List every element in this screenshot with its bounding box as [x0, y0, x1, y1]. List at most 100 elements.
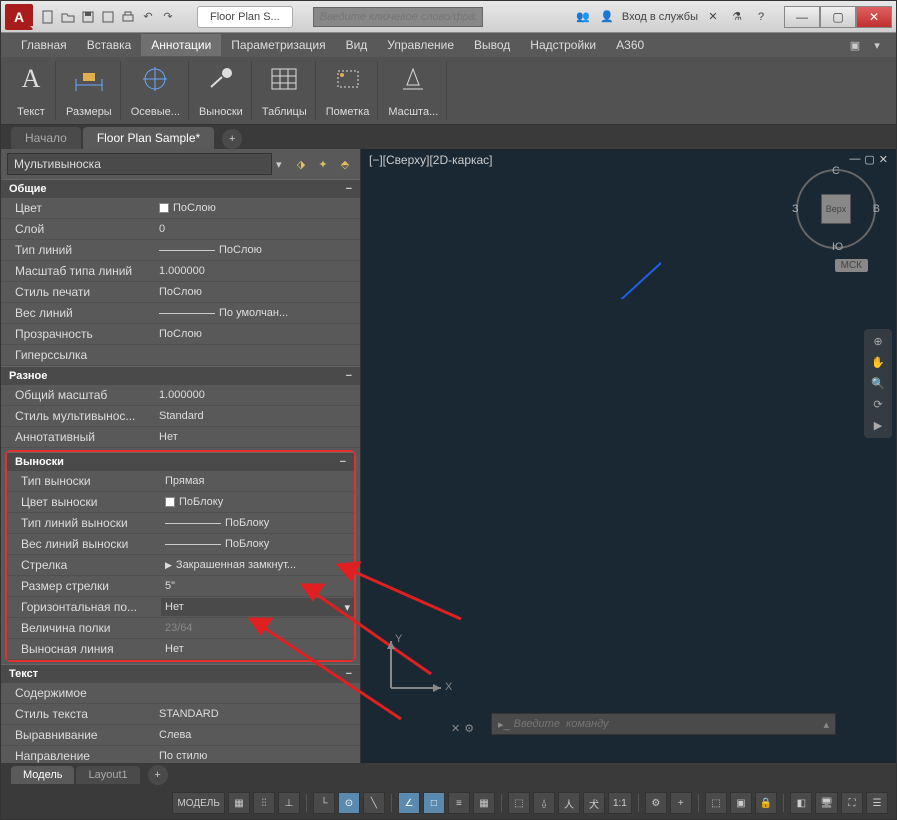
status-units-icon[interactable]: ⬚: [705, 792, 727, 814]
exchange-icon[interactable]: ✕: [704, 8, 722, 26]
fullnav-icon[interactable]: ⊕: [873, 335, 882, 348]
menu-view[interactable]: Вид: [336, 34, 378, 56]
saveas-icon[interactable]: [99, 8, 117, 26]
status-annovisibility-icon[interactable]: 人: [558, 792, 580, 814]
prop-value[interactable]: [155, 346, 360, 364]
cmd-history-icon[interactable]: ▴: [823, 718, 829, 731]
prop-value[interactable]: Нет: [161, 640, 354, 658]
viewcube[interactable]: Верх С Ю В З: [796, 169, 876, 249]
prop-value[interactable]: Слева: [155, 726, 360, 744]
menu-output[interactable]: Вывод: [464, 34, 520, 56]
prop-value[interactable]: ПоСлою: [155, 283, 360, 301]
tab-model[interactable]: Модель: [11, 766, 74, 784]
user-icon[interactable]: 👤: [598, 8, 616, 26]
prop-value[interactable]: 1.000000: [155, 386, 360, 404]
close-button[interactable]: ✕: [856, 6, 892, 28]
signin-link[interactable]: Вход в службы: [622, 11, 698, 23]
section-leaders[interactable]: Выноски−: [7, 452, 354, 471]
prop-value[interactable]: 5": [161, 577, 354, 595]
vp-maximize-icon[interactable]: ▢: [864, 153, 874, 166]
prop-value[interactable]: ПоСлою: [155, 325, 360, 343]
menu-home[interactable]: Главная: [11, 34, 77, 56]
undo-icon[interactable]: ↶: [139, 8, 157, 26]
menu-manage[interactable]: Управление: [377, 34, 464, 56]
status-scale[interactable]: 1:1: [608, 792, 632, 814]
help-icon[interactable]: ?: [752, 8, 770, 26]
add-layout-button[interactable]: +: [148, 765, 168, 785]
prop-value[interactable]: [155, 684, 360, 702]
prop-value[interactable]: По стилю: [155, 747, 360, 763]
status-lock-icon[interactable]: 🔒: [755, 792, 777, 814]
status-infer-icon[interactable]: ⊥: [278, 792, 300, 814]
menu-annotate[interactable]: Аннотации: [141, 34, 221, 56]
section-misc[interactable]: Разное−: [1, 366, 360, 385]
pickadd-icon[interactable]: ✦: [314, 155, 332, 173]
menu-addins[interactable]: Надстройки: [520, 34, 606, 56]
status-hardware-icon[interactable]: 🖥: [815, 792, 838, 814]
viewcube-north[interactable]: С: [832, 165, 840, 177]
ribbon-markup[interactable]: Пометка: [318, 61, 379, 120]
prop-value[interactable]: STANDARD: [155, 705, 360, 723]
viewcube-south[interactable]: Ю: [832, 241, 843, 253]
status-workspace-icon[interactable]: ⚙: [645, 792, 667, 814]
status-grid-icon[interactable]: ▦: [228, 792, 250, 814]
viewcube-top[interactable]: Верх: [821, 194, 851, 224]
redo-icon[interactable]: ↷: [159, 8, 177, 26]
ribbon-centerlines[interactable]: Осевые...: [123, 61, 189, 120]
status-annomonitor-icon[interactable]: +: [670, 792, 692, 814]
prop-value[interactable]: ▶Закрашенная замкнут...: [161, 556, 354, 574]
drawing-viewport[interactable]: [−][Сверху][2D-каркас] — ▢ ✕ Верх С Ю В …: [361, 149, 896, 763]
cmd-close-icon[interactable]: ✕: [451, 722, 460, 735]
prop-value[interactable]: ПоСлою: [155, 199, 360, 217]
status-quickprops-icon[interactable]: ▣: [730, 792, 752, 814]
status-lineweight-icon[interactable]: ≡: [448, 792, 470, 814]
status-autoscale-icon[interactable]: 犬: [583, 792, 605, 814]
status-iso-icon[interactable]: ╲: [363, 792, 385, 814]
menu-a360[interactable]: A360: [606, 34, 654, 56]
showmotion-icon[interactable]: ▶: [874, 419, 882, 432]
status-annoscale-icon[interactable]: ⍙: [533, 792, 555, 814]
status-transparency-icon[interactable]: ▦: [473, 792, 495, 814]
vp-minimize-icon[interactable]: —: [849, 153, 860, 166]
viewcube-east[interactable]: В: [873, 203, 880, 215]
dropdown-icon[interactable]: ▾: [344, 601, 350, 614]
panel-options-icon[interactable]: ▣: [846, 36, 864, 54]
maximize-button[interactable]: ▢: [820, 6, 856, 28]
menu-parametric[interactable]: Параметризация: [221, 34, 335, 56]
new-icon[interactable]: [39, 8, 57, 26]
status-ortho-icon[interactable]: └: [313, 792, 335, 814]
status-isolate-icon[interactable]: ◧: [790, 792, 812, 814]
status-otrack-icon[interactable]: □: [423, 792, 445, 814]
status-osnap-icon[interactable]: ∠: [398, 792, 420, 814]
ribbon-dimensions[interactable]: Размеры: [58, 61, 121, 120]
prop-value[interactable]: Нет: [155, 428, 360, 446]
prop-value[interactable]: По умолчан...: [155, 304, 360, 322]
status-model[interactable]: МОДЕЛЬ: [172, 792, 224, 814]
print-icon[interactable]: [119, 8, 137, 26]
cmd-customize-icon[interactable]: ⚙: [464, 722, 474, 735]
status-customize-icon[interactable]: ☰: [866, 792, 888, 814]
status-snap-icon[interactable]: ⫶⫶: [253, 792, 275, 814]
app-logo[interactable]: A: [5, 4, 33, 30]
prop-value[interactable]: ПоСлою: [155, 241, 360, 259]
prop-value[interactable]: ПоБлоку: [161, 514, 354, 532]
status-polar-icon[interactable]: ⊙: [338, 792, 360, 814]
prop-value[interactable]: Прямая: [161, 472, 354, 490]
keyword-search-input[interactable]: [313, 7, 483, 27]
zoom-icon[interactable]: 🔍: [871, 377, 885, 390]
command-input[interactable]: [514, 718, 824, 730]
object-type-selector[interactable]: Мультивыноска: [7, 153, 272, 175]
status-cycling-icon[interactable]: ⬚: [508, 792, 530, 814]
prop-value[interactable]: 23/64: [161, 619, 354, 637]
menu-insert[interactable]: Вставка: [77, 34, 142, 56]
section-text[interactable]: Текст−: [1, 664, 360, 683]
prop-value[interactable]: ПоБлоку: [161, 493, 354, 511]
quickselect-icon[interactable]: ⬗: [292, 155, 310, 173]
ribbon-text[interactable]: AТекст: [7, 61, 56, 120]
tab-floorplan[interactable]: Floor Plan Sample*: [83, 127, 214, 149]
infocenter-icon[interactable]: 👥: [574, 8, 592, 26]
add-tab-button[interactable]: +: [222, 129, 242, 149]
vp-close-icon[interactable]: ✕: [879, 153, 888, 166]
minimize-button[interactable]: —: [784, 6, 820, 28]
tab-start[interactable]: Начало: [11, 127, 81, 149]
